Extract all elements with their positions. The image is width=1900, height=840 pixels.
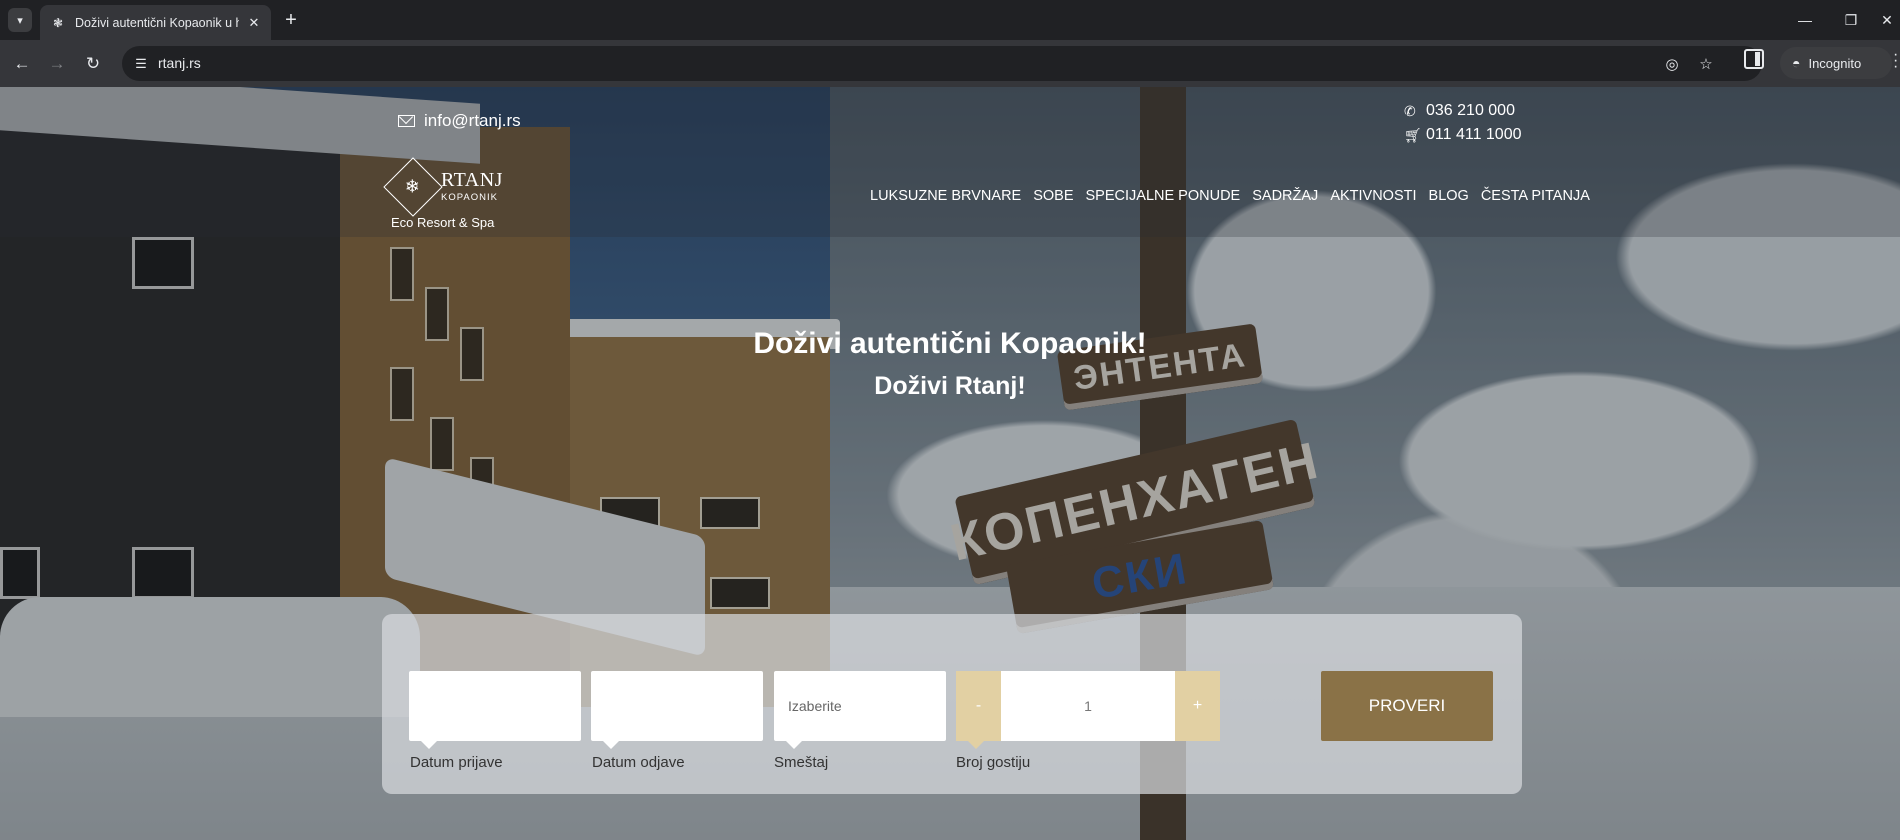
reload-icon[interactable]: ↻ [79, 50, 107, 78]
contact-phones: ✆ 036 210 000 🛒︎ 011 411 1000 [1404, 99, 1522, 147]
window-close-icon[interactable]: ✕ [1874, 0, 1900, 40]
booking-form: Datum prijave Datum odjave Izaberite Sme… [382, 614, 1522, 794]
envelope-icon [398, 115, 415, 127]
nav-aktivnosti[interactable]: AKTIVNOSTI [1330, 188, 1416, 204]
close-icon[interactable]: ✕ [245, 14, 263, 32]
url-text[interactable]: rtanj.rs [158, 55, 201, 71]
incognito-badge[interactable]: ◓ Incognito [1780, 47, 1892, 79]
rtanj-favicon: ❃ [52, 15, 64, 30]
guests-value[interactable]: 1 [1001, 671, 1175, 741]
site-info-icon[interactable]: ☰ [132, 55, 150, 73]
nav-sobe[interactable]: SOBE [1033, 188, 1073, 204]
nav-sadrzaj[interactable]: SADRŽAJ [1252, 188, 1318, 204]
nav-blog[interactable]: BLOG [1429, 188, 1469, 204]
guests-decrement-button[interactable]: - [956, 671, 1001, 741]
minimize-icon[interactable]: — [1782, 0, 1828, 40]
back-arrow-icon[interactable]: ← [8, 50, 36, 78]
checkout-date-input[interactable] [591, 671, 763, 749]
checkin-label: Datum prijave [410, 754, 503, 771]
forward-arrow-icon[interactable]: → [43, 50, 71, 78]
eye-off-icon[interactable]: ◎ [1662, 54, 1682, 74]
side-panel-icon[interactable] [1744, 49, 1764, 69]
guests-stepper: - 1 + [956, 671, 1220, 749]
restore-icon[interactable]: ❐ [1828, 0, 1874, 40]
logo-tagline: Eco Resort & Spa [391, 215, 495, 230]
guests-label: Broj gostiju [956, 754, 1031, 771]
check-availability-button[interactable]: PROVERI [1321, 671, 1493, 741]
logo-subtitle: KOPAONIK [441, 192, 498, 203]
logo-name: RTANJ [441, 169, 503, 191]
hero-subtitle: Doživi Rtanj! [874, 372, 1026, 400]
nav-cesta-pitanja[interactable]: ČESTA PITANJA [1481, 188, 1590, 204]
accommodation-select[interactable]: Izaberite [774, 671, 946, 749]
guests-increment-button[interactable]: + [1175, 671, 1220, 741]
email-text: info@rtanj.rs [424, 111, 521, 130]
star-icon[interactable]: ☆ [1696, 54, 1716, 74]
tab-title: Doživi autentični Kopaonik u ho [75, 15, 239, 30]
nav-specijalne-ponude[interactable]: SPECIJALNE PONUDE [1086, 188, 1241, 204]
hero-title: Doživi autentični Kopaonik! [753, 327, 1147, 360]
page-viewport: ЭНТЕНТА КОПЕНХАГЕН СКИ info@rtanj.rs ✆ 0… [0, 87, 1900, 840]
phone-link[interactable]: ✆ 036 210 000 [1404, 99, 1522, 123]
accommodation-placeholder: Izaberite [788, 698, 842, 714]
phone-number: 011 411 1000 [1426, 126, 1522, 143]
menu-kebab-icon[interactable]: · · · [1893, 47, 1900, 75]
incognito-label: Incognito [1808, 55, 1862, 71]
nav-luksuzne-brvnare[interactable]: LUKSUZNE BRVNARE [870, 188, 1021, 204]
tab-search-icon[interactable]: ▾ [8, 8, 32, 32]
address-bar[interactable]: ☰ rtanj.rs ◎ ☆ [122, 46, 1762, 81]
phone-icon: ✆ [1404, 102, 1416, 119]
browser-tab-strip: ▾ ❃ Doživi autentični Kopaonik u ho ✕ + … [0, 0, 1900, 40]
cart-icon: 🛒︎ [1404, 126, 1422, 143]
plus-icon[interactable]: + [279, 9, 303, 33]
phone-number: 036 210 000 [1426, 102, 1515, 119]
browser-toolbar: ← → ↻ ☰ rtanj.rs ◎ ☆ [0, 40, 1900, 87]
main-navigation: LUKSUZNE BRVNARE SOBE SPECIJALNE PONUDE … [870, 188, 1590, 204]
browser-tab-active[interactable]: ❃ Doživi autentični Kopaonik u ho ✕ [40, 5, 271, 40]
accommodation-label: Smeštaj [774, 754, 829, 771]
snowflake-emblem-icon: ❄ [383, 157, 443, 217]
email-link[interactable]: info@rtanj.rs [398, 111, 521, 131]
checkin-date-input[interactable] [409, 671, 581, 749]
checkout-label: Datum odjave [592, 754, 685, 771]
shop-phone-link[interactable]: 🛒︎ 011 411 1000 [1404, 123, 1522, 147]
incognito-icon: ◓ [1792, 55, 1801, 71]
site-logo[interactable]: ❄ RTANJ KOPAONIK Eco Resort & Spa [383, 157, 503, 231]
